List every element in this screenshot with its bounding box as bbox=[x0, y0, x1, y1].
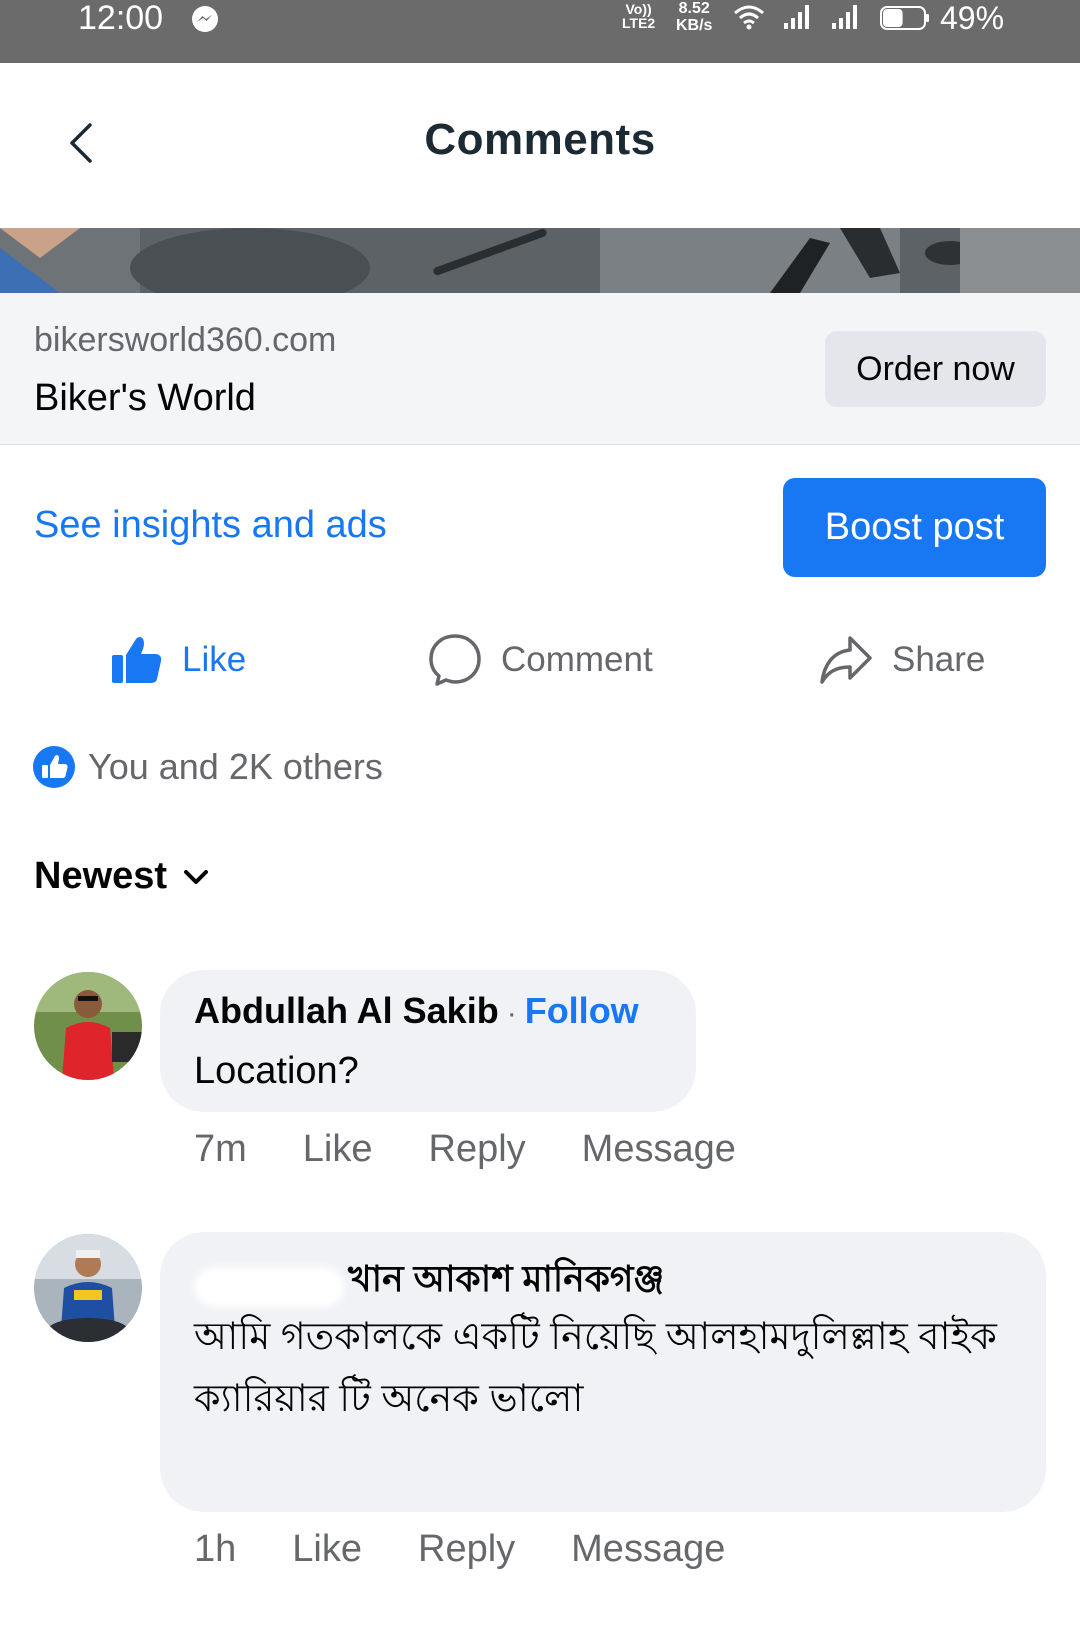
network-speed: 8.52 KB/s bbox=[676, 0, 712, 34]
like-button[interactable]: Like bbox=[110, 625, 246, 695]
comment-like-button[interactable]: Like bbox=[292, 1528, 362, 1571]
comment-author[interactable]: Abdullah Al Sakib bbox=[194, 990, 499, 1032]
page-title: Comments bbox=[424, 115, 656, 164]
share-button[interactable]: Share bbox=[818, 625, 985, 695]
volte-bottom-label: LTE2 bbox=[622, 15, 656, 31]
link-page-name: Biker's World bbox=[34, 377, 256, 419]
redacted-name-blur bbox=[194, 1266, 344, 1307]
status-bar: 12:00 Vo)) LTE2 8.52 KB/s 49% bbox=[0, 0, 1080, 63]
boost-post-button[interactable]: Boost post bbox=[783, 478, 1046, 577]
sort-dropdown[interactable]: Newest bbox=[34, 855, 211, 898]
link-domain: bikersworld360.com bbox=[34, 321, 337, 359]
signal-icon-sim1 bbox=[784, 5, 809, 29]
like-reaction-icon bbox=[33, 746, 75, 788]
share-label: Share bbox=[892, 640, 986, 679]
speed-value: 8.52 bbox=[678, 0, 710, 17]
chevron-down-icon bbox=[184, 869, 209, 884]
separator-dot: · bbox=[506, 997, 517, 1030]
wifi-icon bbox=[734, 5, 764, 30]
comment-text: আমি গতকালকে একটি নিয়েছি আলহামদুলিল্লাহ … bbox=[194, 1316, 997, 1420]
comment-like-button[interactable]: Like bbox=[303, 1128, 373, 1171]
comment-message-button[interactable]: Message bbox=[582, 1128, 736, 1171]
reactions-count: You and 2K others bbox=[88, 746, 383, 787]
avatar[interactable] bbox=[34, 972, 142, 1080]
avatar-photo bbox=[34, 1234, 142, 1342]
link-preview-card[interactable]: bikersworld360.com Biker's World Order n… bbox=[0, 293, 1080, 445]
volte-top-label: Vo)) bbox=[625, 1, 652, 17]
avatar-photo bbox=[34, 972, 142, 1080]
battery-icon bbox=[880, 6, 929, 30]
battery-percent: 49% bbox=[940, 0, 1005, 36]
comment-actions: 1h Like Reply Message bbox=[194, 1528, 781, 1571]
post-image-photo bbox=[0, 228, 1080, 293]
sort-label: Newest bbox=[34, 855, 168, 897]
like-label: Like bbox=[182, 640, 247, 679]
status-time: 12:00 bbox=[78, 0, 164, 37]
comment-reply-button[interactable]: Reply bbox=[418, 1528, 515, 1571]
comment-message-button[interactable]: Message bbox=[571, 1528, 725, 1571]
comment-bubble-icon bbox=[429, 634, 481, 686]
order-now-button[interactable]: Order now bbox=[825, 331, 1046, 407]
speed-unit: KB/s bbox=[676, 17, 713, 34]
share-arrow-icon bbox=[820, 636, 872, 684]
post-image[interactable] bbox=[0, 228, 1080, 293]
signal-icon-sim2 bbox=[832, 5, 857, 29]
comment-bubble[interactable]: খান আকাশ মানিকগঞ্জ আমি গতকালকে একটি নিয়… bbox=[160, 1232, 1046, 1512]
volte-indicator: Vo)) LTE2 bbox=[622, 2, 655, 30]
messenger-icon bbox=[192, 6, 218, 32]
reactions-summary[interactable]: You and 2K others bbox=[32, 745, 383, 789]
comment-header: Abdullah Al Sakib · Follow bbox=[194, 990, 639, 1032]
comment-button[interactable]: Comment bbox=[427, 625, 653, 695]
comment-bubble[interactable]: Abdullah Al Sakib · Follow Location? bbox=[160, 970, 696, 1112]
comments-header: Comments bbox=[0, 63, 1080, 228]
follow-button[interactable]: Follow bbox=[525, 990, 639, 1032]
comment-time: 1h bbox=[194, 1528, 237, 1570]
thumbs-up-icon bbox=[112, 637, 162, 683]
comment-label: Comment bbox=[501, 640, 653, 679]
comment-header: খান আকাশ মানিকগঞ্জ bbox=[194, 1252, 664, 1312]
comment-author[interactable]: খান আকাশ মানিকগঞ্জ bbox=[348, 1258, 664, 1299]
see-insights-link[interactable]: See insights and ads bbox=[34, 504, 387, 547]
avatar[interactable] bbox=[34, 1234, 142, 1342]
comment-actions: 7m Like Reply Message bbox=[194, 1128, 792, 1171]
comment-reply-button[interactable]: Reply bbox=[429, 1128, 526, 1171]
comment-time: 7m bbox=[194, 1128, 247, 1170]
comment-text: Location? bbox=[194, 1050, 359, 1092]
